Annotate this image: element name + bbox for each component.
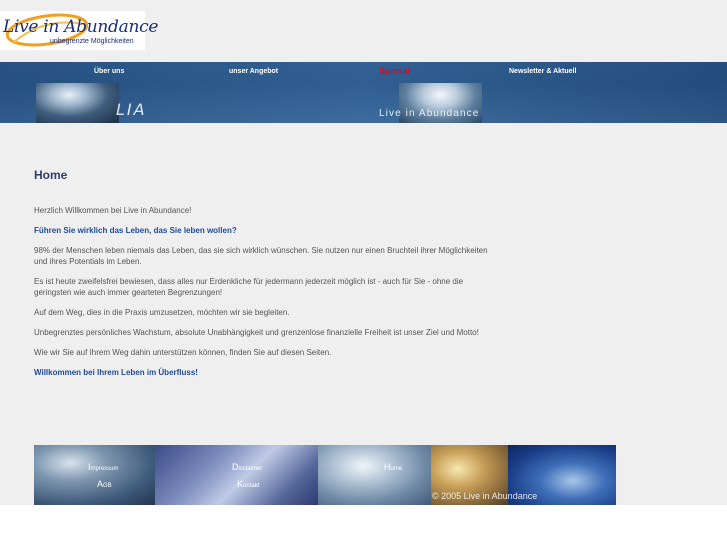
footer-link-home-label: ome — [390, 466, 403, 472]
logo-subtitle: unbegrenzte Möglichkeiten — [50, 38, 134, 45]
footer-link-home[interactable]: Home — [384, 462, 402, 472]
footer-link-agb[interactable]: AGB — [97, 479, 112, 489]
logo-title: Live in Abundance — [3, 17, 159, 37]
main-content: Home Herzlich Willkommen bei Live in Abu… — [34, 168, 494, 387]
paragraph-statistic: 98% der Menschen leben niemals das Leben… — [34, 246, 488, 266]
footer-image-sky — [34, 445, 155, 505]
logo[interactable]: Live in Abundance unbegrenzte Möglichkei… — [0, 11, 158, 50]
footer-link-kontakt[interactable]: Kontakt — [237, 479, 259, 489]
paragraph-proof: Es ist heute zweifelsfrei bewiesen, dass… — [34, 277, 464, 297]
nav-item-unser-angebot[interactable]: unser Angebot — [229, 68, 278, 75]
footer-copyright: © 2005 Live in Abundance — [432, 491, 538, 501]
paragraph-welcome: Herzlich Willkommen bei Live in Abundanc… — [34, 206, 192, 215]
paragraph-support: Wie wir Sie auf Ihrem Weg dahin unterstü… — [34, 348, 332, 357]
page-title: Home — [34, 168, 68, 182]
banner-sky-image — [36, 83, 119, 123]
footer-link-kontakt-label: ontakt — [243, 483, 260, 489]
footer-link-impressum[interactable]: Impressum — [88, 462, 119, 472]
footer-link-agb-label: GB — [103, 483, 112, 489]
page-background: Live in Abundance unbegrenzte Möglichkei… — [0, 0, 727, 505]
footer-link-disclaimer[interactable]: Disclaimer — [232, 462, 262, 472]
header-banner: Über uns unser Angebot Spezial Newslette… — [0, 62, 727, 123]
footer-image-money — [155, 445, 318, 505]
banner-lia-text: LIA — [116, 100, 147, 119]
footer-link-disclaimer-label: isclaimer — [238, 466, 263, 472]
paragraph-accompany: Auf dem Weg, dies in die Praxis umzusetz… — [34, 308, 290, 317]
nav-item-spezial[interactable]: Spezial — [379, 66, 410, 76]
footer-banner: Impressum AGB Disclaimer Kontakt Home © … — [34, 445, 616, 505]
paragraph-goal: Unbegrenztes persönliches Wachstum, abso… — [34, 328, 479, 337]
paragraph-closing: Willkommen bei Ihrem Leben im Überfluss! — [34, 368, 198, 377]
nav-item-ueber-uns[interactable]: Über uns — [94, 68, 124, 75]
nav-item-newsletter[interactable]: Newsletter & Aktuell — [509, 68, 576, 75]
banner-tagline: Live in Abundance — [379, 108, 480, 119]
footer-link-impressum-label: mpressum — [90, 466, 119, 472]
footer-image-clouds — [318, 445, 431, 505]
paragraph-question: Führen Sie wirklich das Leben, das Sie l… — [34, 226, 237, 235]
